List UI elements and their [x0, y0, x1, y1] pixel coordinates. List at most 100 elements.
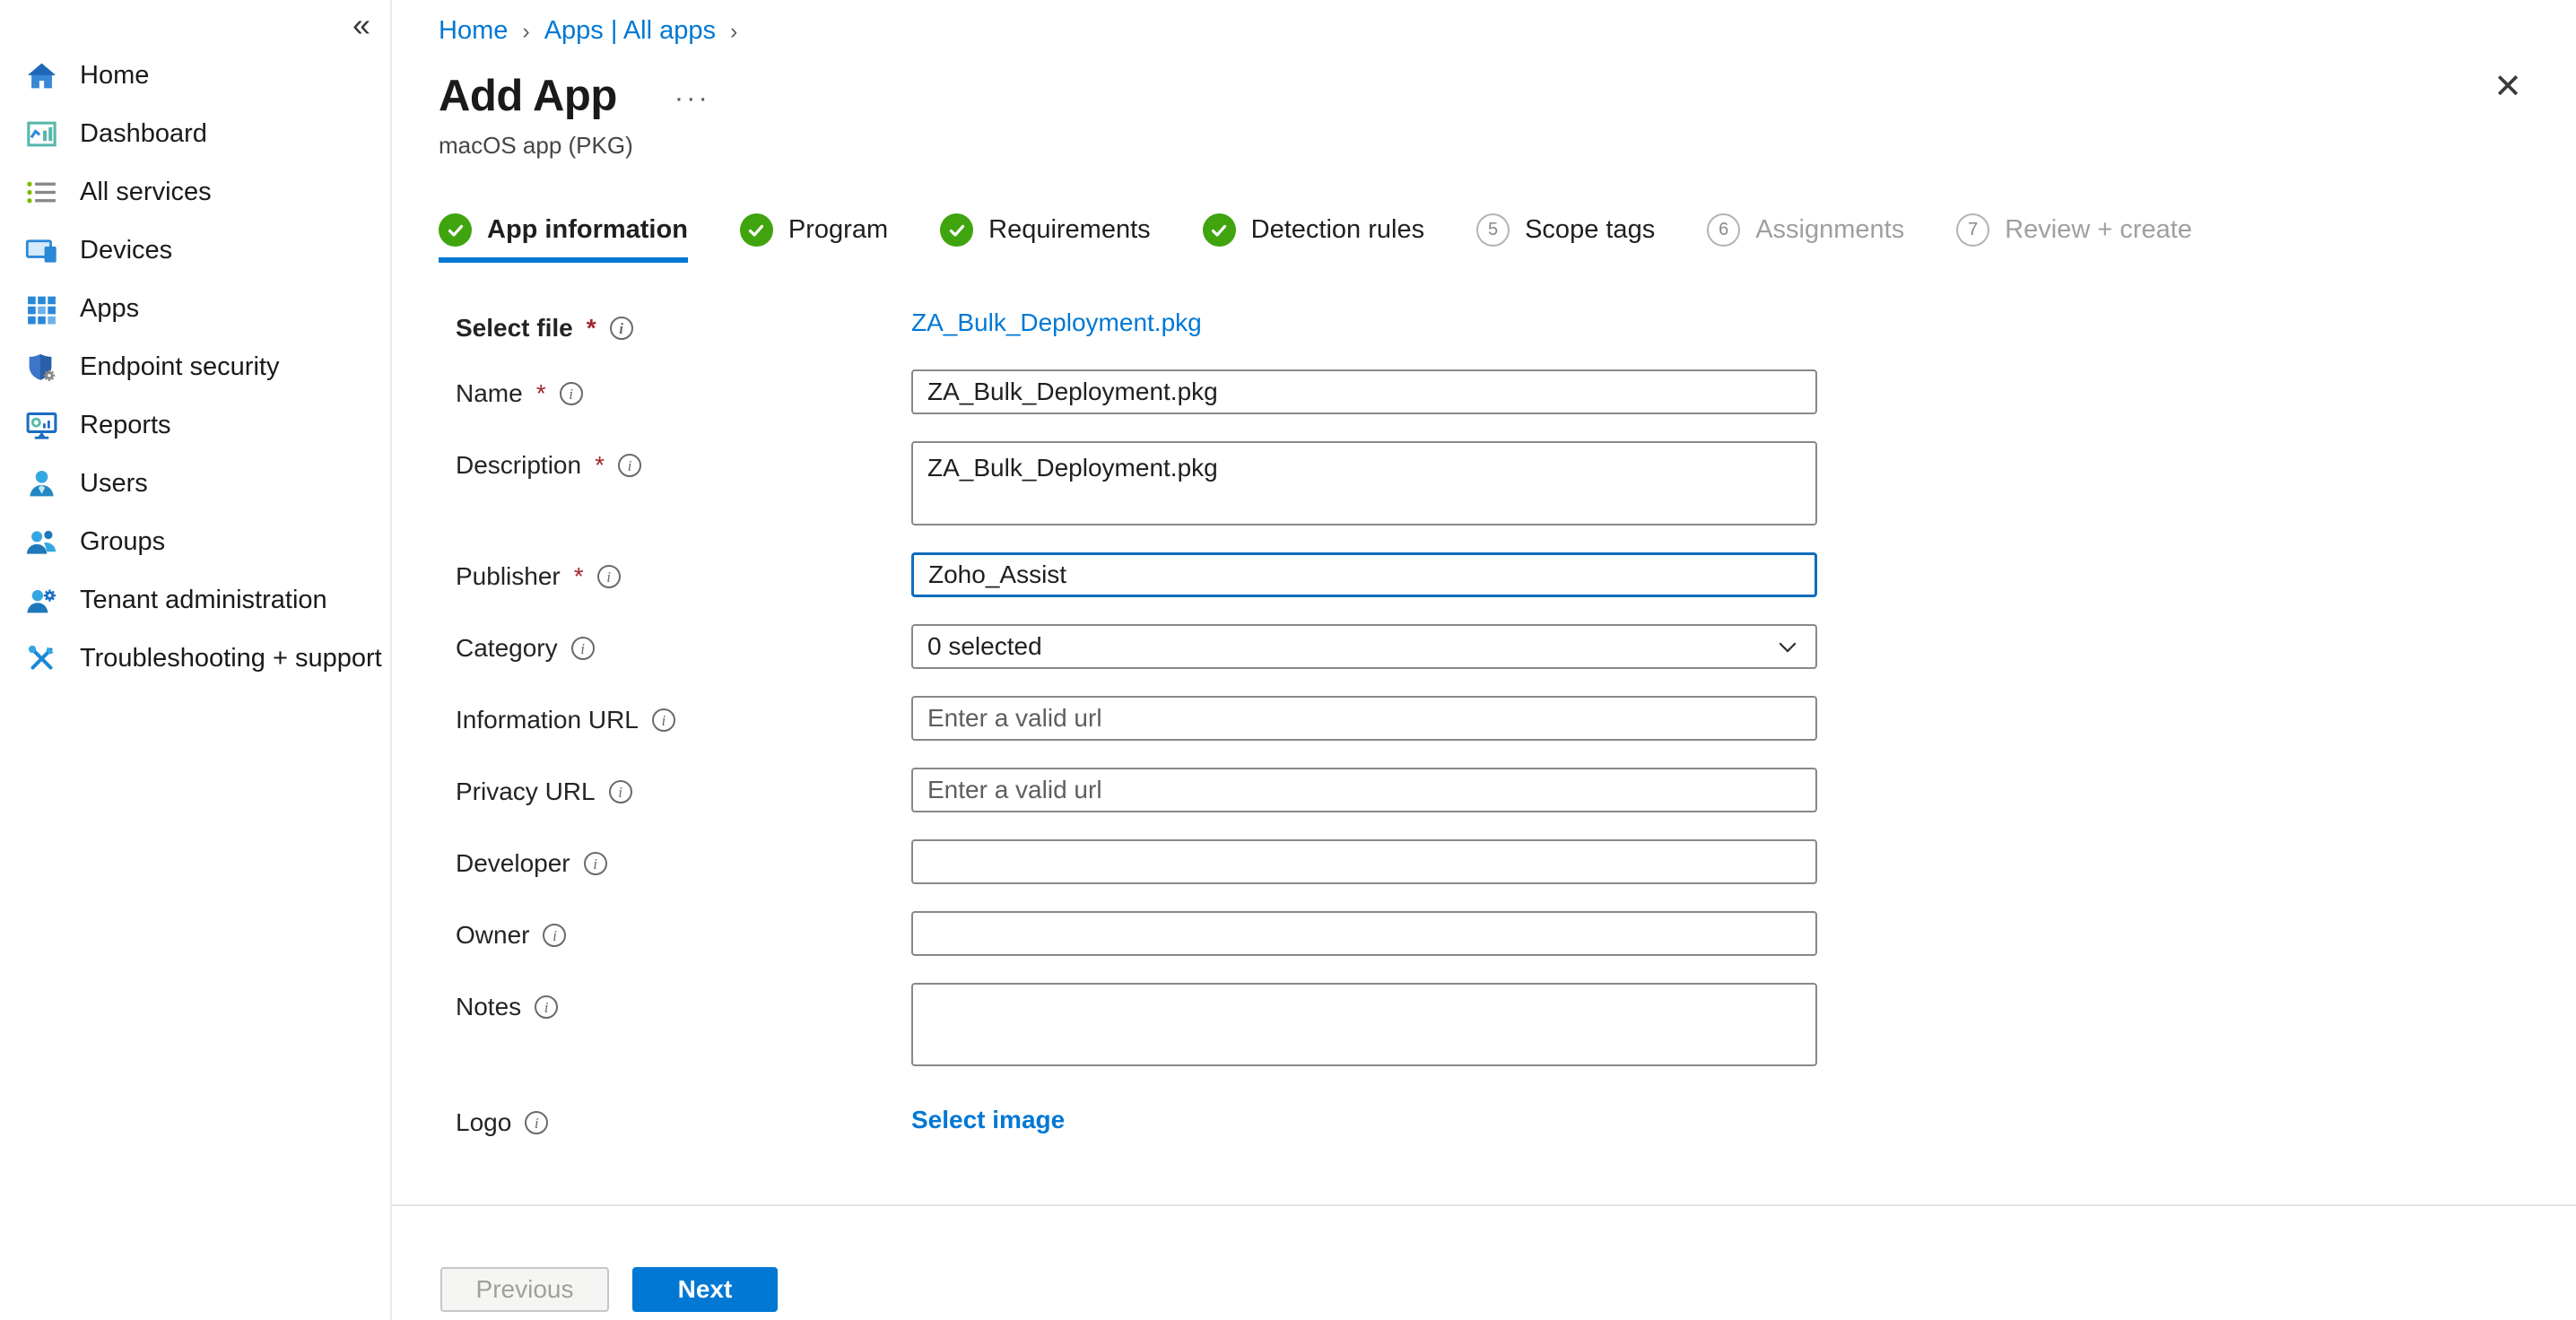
description-textarea[interactable]: ZA_Bulk_Deployment.pkg [911, 441, 1817, 525]
category-label: Category i [439, 624, 911, 663]
information-url-label: Information URL i [439, 696, 911, 734]
category-selected-value: 0 selected [927, 632, 1042, 661]
collapse-sidebar-icon[interactable]: « [352, 9, 370, 41]
info-icon[interactable]: i [535, 995, 558, 1019]
sidebar-item-label: Users [80, 469, 148, 499]
select-file-label: Select file* i [439, 304, 911, 343]
step-program[interactable]: Program [740, 213, 888, 263]
step-complete-check-icon [1203, 213, 1236, 247]
sidebar-item-endpoint-security[interactable]: Endpoint security [0, 338, 390, 396]
form-row-owner: Owner i [439, 911, 2576, 956]
sidebar-item-devices[interactable]: Devices [0, 221, 390, 280]
sidebar-item-label: Endpoint security [80, 352, 279, 382]
add-app-page: « Home Dashboard All services [0, 0, 2576, 1320]
sidebar-item-label: Troubleshooting + support [80, 644, 382, 673]
publisher-label: Publisher* i [439, 552, 911, 591]
step-scope-tags[interactable]: 5 Scope tags [1476, 213, 1655, 263]
step-number-badge: 5 [1476, 213, 1510, 247]
required-marker: * [536, 379, 546, 408]
breadcrumb-separator-icon: › [522, 17, 529, 45]
step-number-badge: 7 [1956, 213, 1989, 247]
sidebar-item-label: Devices [80, 236, 172, 265]
step-complete-check-icon [740, 213, 773, 247]
more-options-icon[interactable]: ··· [674, 78, 710, 114]
step-requirements[interactable]: Requirements [940, 213, 1151, 263]
sidebar-item-all-services[interactable]: All services [0, 163, 390, 221]
chevron-down-icon [1774, 633, 1801, 660]
sidebar-item-groups[interactable]: Groups [0, 513, 390, 571]
step-review-create[interactable]: 7 Review + create [1956, 213, 2192, 263]
developer-input[interactable] [911, 839, 1817, 884]
wizard-steps: App information Program Requirements [439, 213, 2576, 263]
troubleshooting-support-icon [25, 642, 58, 675]
select-image-link[interactable]: Select image [911, 1099, 1817, 1134]
app-information-form: Select file* i ZA_Bulk_Deployment.pkg Na… [439, 304, 2576, 1137]
step-detection-rules[interactable]: Detection rules [1203, 213, 1424, 263]
devices-icon [25, 234, 58, 267]
info-icon[interactable]: i [609, 780, 632, 803]
info-icon[interactable]: i [560, 382, 583, 405]
home-icon [25, 59, 58, 92]
info-icon[interactable]: i [618, 454, 641, 477]
page-title: Add App [439, 71, 617, 121]
sidebar-nav: Home Dashboard All services Devices [0, 47, 390, 688]
privacy-url-input[interactable] [911, 768, 1817, 812]
form-row-logo: Logo i Select image [439, 1099, 2576, 1137]
info-icon[interactable]: i [543, 924, 566, 947]
next-button[interactable]: Next [632, 1267, 778, 1312]
category-dropdown[interactable]: 0 selected [911, 624, 1817, 669]
sidebar-item-label: Tenant administration [80, 586, 327, 615]
step-app-information[interactable]: App information [439, 213, 688, 263]
all-services-icon [25, 176, 58, 209]
info-icon[interactable]: i [571, 637, 595, 660]
step-number-badge: 6 [1707, 213, 1740, 247]
sidebar-item-dashboard[interactable]: Dashboard [0, 105, 390, 163]
form-row-name: Name* i [439, 369, 2576, 414]
dashboard-icon [25, 117, 58, 151]
form-row-select-file: Select file* i ZA_Bulk_Deployment.pkg [439, 304, 2576, 343]
notes-label: Notes i [439, 983, 911, 1021]
sidebar-item-label: Dashboard [80, 119, 207, 149]
owner-input[interactable] [911, 911, 1817, 956]
info-icon[interactable]: i [610, 317, 633, 340]
information-url-input[interactable] [911, 696, 1817, 741]
required-marker: * [595, 451, 605, 480]
previous-button[interactable]: Previous [440, 1267, 609, 1312]
sidebar-item-tenant-administration[interactable]: Tenant administration [0, 571, 390, 630]
sidebar-item-users[interactable]: Users [0, 455, 390, 513]
info-icon[interactable]: i [584, 852, 607, 875]
description-label: Description* i [439, 441, 911, 480]
step-assignments[interactable]: 6 Assignments [1707, 213, 1904, 263]
name-input[interactable] [911, 369, 1817, 414]
users-icon [25, 467, 58, 500]
tenant-administration-icon [25, 584, 58, 617]
form-row-description: Description* i ZA_Bulk_Deployment.pkg [439, 441, 2576, 525]
breadcrumb-all-apps-link[interactable]: Apps | All apps [544, 16, 716, 46]
privacy-url-label: Privacy URL i [439, 768, 911, 806]
sidebar-item-home[interactable]: Home [0, 47, 390, 105]
form-row-category: Category i 0 selected [439, 624, 2576, 669]
sidebar-item-troubleshooting-support[interactable]: Troubleshooting + support [0, 630, 390, 688]
form-row-publisher: Publisher* i [439, 552, 2576, 597]
wizard-footer: Previous Next [392, 1204, 2576, 1320]
required-marker: * [574, 562, 584, 591]
selected-file-link[interactable]: ZA_Bulk_Deployment.pkg [911, 304, 1817, 337]
sidebar-item-apps[interactable]: Apps [0, 280, 390, 338]
breadcrumb-home-link[interactable]: Home [439, 16, 508, 46]
breadcrumb-separator-icon: › [730, 17, 737, 45]
required-marker: * [587, 314, 596, 343]
publisher-input[interactable] [911, 552, 1817, 597]
sidebar-item-reports[interactable]: Reports [0, 396, 390, 455]
close-icon[interactable]: ✕ [2493, 70, 2522, 104]
sidebar-item-label: Apps [80, 294, 139, 324]
name-label: Name* i [439, 369, 911, 408]
info-icon[interactable]: i [597, 565, 621, 588]
info-icon[interactable]: i [525, 1111, 548, 1134]
form-row-privacy-url: Privacy URL i [439, 768, 2576, 812]
reports-icon [25, 409, 58, 442]
info-icon[interactable]: i [652, 708, 675, 732]
notes-textarea[interactable] [911, 983, 1817, 1066]
sidebar-item-label: Home [80, 61, 149, 91]
form-row-notes: Notes i [439, 983, 2576, 1066]
form-row-developer: Developer i [439, 839, 2576, 884]
